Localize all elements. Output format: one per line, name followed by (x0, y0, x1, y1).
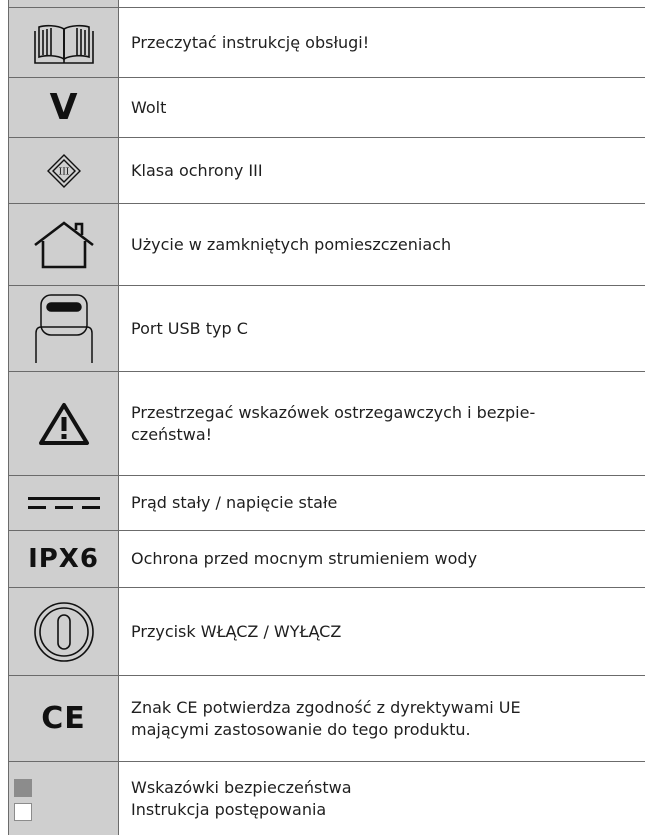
symbol-description: Port USB typ C (131, 318, 248, 338)
symbol-description: Przeczytać instrukcję obsługi! (131, 32, 370, 52)
direct-current-icon (27, 495, 101, 511)
empty-square-icon (14, 803, 32, 821)
symbol-description: Wskazówki bezpieczeństwa Instrukcja post… (119, 762, 645, 835)
warning-triangle-icon (38, 402, 90, 446)
icon-cell (9, 8, 119, 77)
icon-cell (9, 762, 119, 835)
icon-cell (9, 372, 119, 475)
icon-cell: CE (9, 676, 119, 761)
symbol-description: Znak CE potwierdza zgodność z dyrektywam… (119, 676, 645, 761)
protection-class-iii-icon: III (46, 153, 82, 189)
symbol-description: Przycisk WŁĄCZ / WYŁĄCZ (131, 621, 342, 641)
symbol-description: Wolt (131, 97, 167, 117)
table-row: V Wolt (8, 78, 645, 138)
class-iii-label: III (58, 167, 69, 177)
icon-cell (9, 286, 119, 371)
power-button-icon (33, 601, 95, 663)
symbol-description: Klasa ochrony III (131, 160, 263, 180)
legend-line-instructions: Instrukcja postępowania (131, 799, 327, 819)
symbol-table: Przeczytać instrukcję obsługi! V Wolt II… (8, 0, 645, 835)
table-row: Prąd stały / napięcie stałe (8, 476, 645, 531)
table-row: Użycie w zamkniętych pomieszczeniach (8, 204, 645, 286)
legend-squares-icon (14, 775, 118, 835)
icon-cell (9, 476, 119, 530)
symbol-description: Użycie w zamkniętych pomieszczeniach (131, 234, 452, 254)
ipx6-icon: IPX6 (28, 544, 99, 574)
symbol-description-text: Przestrzegać wskazówek ostrzegawczych i … (131, 402, 536, 444)
symbol-description: Prąd stały / napięcie stałe (131, 493, 338, 512)
volt-icon: V (49, 86, 78, 128)
usb-c-port-icon (32, 293, 96, 365)
table-row: Wskazówki bezpieczeństwa Instrukcja post… (8, 762, 645, 835)
table-row: Przycisk WŁĄCZ / WYŁĄCZ (8, 588, 645, 676)
icon-cell: IPX6 (9, 531, 119, 587)
table-row: CE Znak CE potwierdza zgodność z dyrekty… (8, 676, 645, 762)
table-row: IPX6 Ochrona przed mocnym strumieniem wo… (8, 531, 645, 588)
icon-cell: V (9, 78, 119, 137)
symbol-description: Przestrzegać wskazówek ostrzegawczych i … (119, 372, 645, 475)
table-top-stub (8, 0, 645, 8)
legend-line-safety: Wskazówki bezpieczeństwa (131, 777, 352, 797)
table-row: Przeczytać instrukcję obsługi! (8, 8, 645, 78)
open-book-icon (33, 21, 95, 65)
icon-cell (9, 204, 119, 285)
table-row: III Klasa ochrony III (8, 138, 645, 204)
symbol-description-text: Znak CE potwierdza zgodność z dyrektywam… (131, 697, 521, 739)
icon-cell: III (9, 138, 119, 203)
ce-mark-icon: CE (41, 701, 86, 736)
stub-icon-cell (9, 0, 119, 7)
house-icon (33, 220, 95, 269)
table-row: Przestrzegać wskazówek ostrzegawczych i … (8, 372, 645, 476)
filled-square-icon (14, 779, 32, 797)
symbol-description: Ochrona przed mocnym strumieniem wody (131, 549, 478, 568)
icon-cell (9, 588, 119, 675)
table-row: Port USB typ C (8, 286, 645, 372)
